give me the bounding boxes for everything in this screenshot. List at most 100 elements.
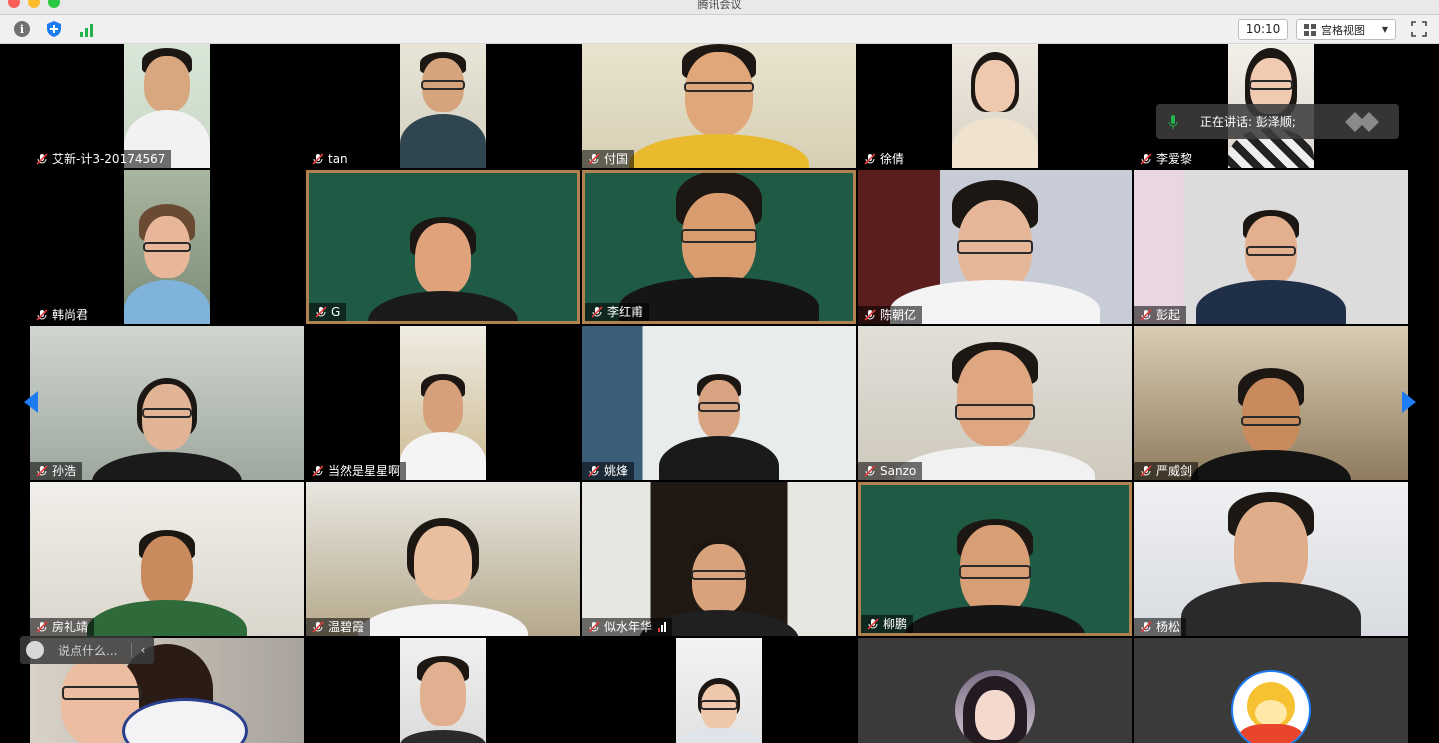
mic-muted-icon	[864, 153, 876, 165]
participant-name-tag: 陈朝亿	[858, 306, 923, 324]
video-tile[interactable]: 似水年华	[582, 482, 856, 636]
video-tile[interactable]: 当然是星星啊	[306, 326, 580, 480]
video-tile[interactable]: tan	[306, 44, 580, 168]
video-tile[interactable]: G	[306, 170, 580, 324]
video-tile[interactable]: 韩尚君	[30, 170, 304, 324]
window-titlebar: 腾讯会议	[0, 0, 1439, 15]
fullscreen-icon[interactable]	[1411, 21, 1427, 37]
grid-view-icon	[1304, 23, 1316, 36]
participant-name-tag: 杨松	[1134, 618, 1187, 636]
participant-name-tag: 艾新-计3-20174567	[30, 150, 172, 168]
info-icon[interactable]: i	[14, 21, 30, 37]
participant-name: G	[331, 305, 341, 319]
mic-muted-icon	[591, 306, 603, 318]
video-tile[interactable]: 彭起	[1134, 170, 1408, 324]
participant-avatar	[955, 670, 1035, 743]
participant-name: 彭起	[1156, 308, 1181, 322]
mic-muted-icon	[588, 465, 600, 477]
participant-name: 孙浩	[52, 464, 77, 478]
view-mode-select[interactable]: 宫格视图 ▼	[1296, 19, 1396, 40]
mic-muted-icon	[588, 621, 600, 633]
mic-muted-icon	[36, 621, 48, 633]
video-tile[interactable]: 李红甫	[582, 170, 856, 324]
mic-muted-icon	[1140, 309, 1152, 321]
video-tile[interactable]: 陈朝亿	[858, 170, 1132, 324]
video-tile[interactable]: 徐倩	[858, 44, 1132, 168]
participant-name-tag: 房礼靖	[30, 618, 95, 636]
video-tile[interactable]: 艾新-计3-20174567	[30, 44, 304, 168]
participant-name-tag: 孙浩	[30, 462, 83, 480]
active-speaker-label: 正在讲话: 彭泽顺;	[1200, 115, 1296, 129]
participant-name-tag: 当然是星星啊	[306, 462, 407, 480]
chevron-left-icon[interactable]: ‹	[131, 643, 154, 657]
video-tile[interactable]	[306, 638, 580, 743]
participant-name: 杨松	[1156, 620, 1181, 634]
participant-name-tag: 李爱黎	[1134, 150, 1199, 168]
participant-name: Sanzo	[880, 464, 917, 478]
chat-input[interactable]: 说点什么... ‹	[20, 636, 154, 664]
video-tile[interactable]: 房礼靖	[30, 482, 304, 636]
window-title: 腾讯会议	[697, 0, 742, 11]
participant-name-tag: 韩尚君	[30, 306, 95, 324]
video-grid: 艾新-计3-20174567 tan 付国 徐倩 李爱黎 韩尚君 G 李红甫 陈…	[0, 44, 1439, 743]
participant-avatar	[1231, 670, 1311, 743]
participant-name: 韩尚君	[52, 308, 89, 322]
mic-muted-icon	[315, 306, 327, 318]
view-mode-label: 宫格视图	[1321, 23, 1365, 37]
mic-muted-icon	[312, 153, 324, 165]
participant-name: 房礼靖	[52, 620, 89, 634]
meeting-toolbar: i 10:10 宫格视图 ▼	[0, 15, 1439, 44]
arrow-right-icon	[1402, 391, 1416, 413]
video-tile[interactable]: 姚烽	[582, 326, 856, 480]
active-speaker-indicator: 正在讲话: 彭泽顺;	[1156, 104, 1399, 139]
shield-icon[interactable]	[46, 21, 62, 37]
video-tile[interactable]: 孙浩	[30, 326, 304, 480]
network-signal-icon[interactable]	[78, 21, 94, 37]
participant-name-tag: 徐倩	[858, 150, 911, 168]
participant-name: 付国	[604, 152, 629, 166]
chat-placeholder: 说点什么...	[58, 643, 118, 658]
video-tile[interactable]: 杨松	[1134, 482, 1408, 636]
mic-muted-icon	[864, 309, 876, 321]
participant-name: 似水年华	[604, 620, 653, 634]
network-weak-icon	[658, 622, 667, 632]
video-tile[interactable]: 付国	[582, 44, 856, 168]
participant-name: 李红甫	[607, 305, 644, 319]
video-tile-off[interactable]	[858, 638, 1132, 743]
participant-name: 温碧霞	[328, 620, 365, 634]
watermark-icon	[1345, 112, 1379, 132]
participant-name-tag: 李红甫	[585, 303, 650, 321]
participant-name-tag: 姚烽	[582, 462, 635, 480]
participant-name: 陈朝亿	[880, 308, 917, 322]
participant-name-tag: 彭起	[1134, 306, 1187, 324]
mic-muted-icon	[867, 618, 879, 630]
video-tile[interactable]: Sanzo	[858, 326, 1132, 480]
participant-name: 当然是星星啊	[328, 464, 401, 478]
video-tile[interactable]	[582, 638, 856, 743]
participant-name: 艾新-计3-20174567	[52, 152, 166, 166]
participant-name-tag: 付国	[582, 150, 635, 168]
participant-name: tan	[328, 152, 348, 166]
mic-muted-icon	[36, 309, 48, 321]
previous-page-button[interactable]	[20, 362, 42, 442]
mic-muted-icon	[1140, 465, 1152, 477]
video-tile[interactable]: 温碧霞	[306, 482, 580, 636]
video-tile[interactable]: 柳鹏	[858, 482, 1132, 636]
mic-muted-icon	[312, 465, 324, 477]
chevron-down-icon: ▼	[1381, 25, 1388, 34]
next-page-button[interactable]	[1398, 362, 1420, 442]
participant-name: 严威剑	[1156, 464, 1193, 478]
mic-muted-icon	[312, 621, 324, 633]
video-tile[interactable]: 严威剑	[1134, 326, 1408, 480]
participant-name-tag: tan	[306, 150, 354, 168]
participant-name-tag: 柳鹏	[861, 615, 914, 633]
participant-name: 徐倩	[880, 152, 905, 166]
mic-muted-icon	[36, 465, 48, 477]
participant-name-tag: 温碧霞	[306, 618, 371, 636]
participant-name: 李爱黎	[1156, 152, 1193, 166]
emoji-icon[interactable]	[26, 641, 44, 659]
participant-name-tag: G	[309, 303, 347, 321]
mic-muted-icon	[36, 153, 48, 165]
video-tile-off[interactable]	[1134, 638, 1408, 743]
mic-muted-icon	[864, 465, 876, 477]
